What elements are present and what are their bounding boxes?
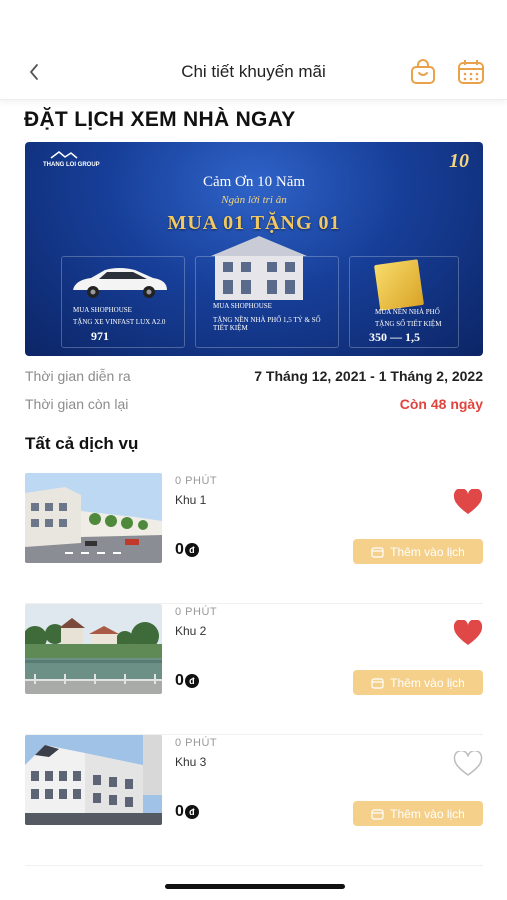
panel3-value: 350 — 1,5: [369, 330, 420, 344]
service-thumbnail: [25, 473, 162, 563]
service-item[interactable]: 0 PHÚT Khu 2 0đ Thêm vào lịch: [25, 604, 483, 735]
service-price: 0đ: [175, 541, 199, 559]
currency-icon: đ: [184, 674, 199, 688]
panel1-value: 971: [91, 329, 109, 343]
event-time-row: Thời gian diễn ra 7 Tháng 12, 2021 - 1 T…: [25, 368, 483, 384]
shophouse-image: [211, 236, 307, 300]
currency-icon: đ: [184, 805, 199, 819]
chevron-left-icon: [30, 64, 38, 80]
calendar-icon: [371, 677, 384, 689]
add-to-calendar-button[interactable]: Thêm vào lịch: [353, 801, 483, 826]
promotion-banner: THANG LOI GROUP 10 Cảm Ơn 10 Năm Ngàn lờ…: [25, 142, 483, 356]
remaining-time-value: Còn 48 ngày: [399, 396, 483, 412]
remaining-time-row: Thời gian còn lại Còn 48 ngày: [25, 396, 483, 412]
services-section-title: Tất cả dịch vụ: [25, 434, 139, 453]
shopping-bag-button[interactable]: [409, 59, 437, 85]
service-price: 0đ: [175, 672, 199, 690]
home-indicator[interactable]: [165, 884, 345, 889]
banner-headline: MUA 01 TẶNG 01: [167, 212, 341, 234]
add-to-calendar-label: Thêm vào lịch: [390, 544, 465, 559]
calendar-icon: [371, 546, 384, 558]
brand-logo-icon: [50, 151, 78, 159]
gold-savings-book-image: [374, 259, 424, 311]
remaining-time-label: Thời gian còn lại: [25, 396, 129, 412]
price-value: 0: [175, 541, 184, 558]
back-button[interactable]: [22, 60, 46, 84]
service-name: Khu 2: [175, 624, 207, 638]
price-value: 0: [175, 803, 184, 820]
panel2-line2: TẶNG NỀN NHÀ PHỐ 1,5 TỶ & SỔ TIẾT KIỆM: [213, 316, 321, 332]
service-name: Khu 3: [175, 755, 207, 769]
price-value: 0: [175, 672, 184, 689]
service-duration: 0 PHÚT: [175, 737, 218, 749]
panel3-line1: MUA NỀN NHÀ PHỐ: [375, 308, 440, 316]
service-item[interactable]: 0 PHÚT Khu 3 0đ Thêm vào lịch: [25, 735, 483, 866]
panel1-line2: TẶNG XE VINFAST LUX A2.0: [73, 318, 166, 326]
event-time-value: 7 Tháng 12, 2021 - 1 Tháng 2, 2022: [254, 368, 483, 384]
heart-filled-icon[interactable]: [453, 489, 483, 515]
service-duration: 0 PHÚT: [175, 606, 218, 618]
anniversary-badge: 10: [449, 150, 469, 172]
heart-filled-icon[interactable]: [453, 620, 483, 646]
add-to-calendar-label: Thêm vào lịch: [390, 675, 465, 690]
calendar-icon: [458, 60, 484, 84]
service-price: 0đ: [175, 803, 199, 821]
brand-name: THANG LOI GROUP: [43, 162, 100, 168]
panel1-line1: MUA SHOPHOUSE: [73, 306, 132, 314]
promotion-title: ĐẶT LỊCH XEM NHÀ NGAY: [24, 108, 296, 131]
banner-thanks-sub: Ngàn lời tri ân: [221, 194, 287, 206]
banner-thanks: Cảm Ơn 10 Năm: [202, 174, 306, 190]
calendar-button[interactable]: [457, 59, 485, 85]
panel3-line2: TẶNG SỔ TIẾT KIỆM: [375, 320, 442, 328]
add-to-calendar-label: Thêm vào lịch: [390, 806, 465, 821]
service-name: Khu 1: [175, 493, 207, 507]
car-image: [73, 268, 167, 298]
shopping-bag-icon: [411, 59, 435, 84]
top-nav-bar: Chi tiết khuyến mãi: [0, 44, 507, 100]
panel2-line1: MUA SHOPHOUSE: [213, 302, 272, 310]
service-item[interactable]: 0 PHÚT Khu 1 0đ Thêm vào lịch: [25, 473, 483, 604]
service-thumbnail: [25, 604, 162, 694]
service-thumbnail: [25, 735, 162, 825]
add-to-calendar-button[interactable]: Thêm vào lịch: [353, 670, 483, 695]
service-duration: 0 PHÚT: [175, 475, 218, 487]
event-time-label: Thời gian diễn ra: [25, 368, 131, 384]
heart-outline-icon[interactable]: [453, 751, 483, 777]
calendar-icon: [371, 808, 384, 820]
page-title: Chi tiết khuyến mãi: [181, 61, 326, 81]
add-to-calendar-button[interactable]: Thêm vào lịch: [353, 539, 483, 564]
currency-icon: đ: [184, 543, 199, 557]
